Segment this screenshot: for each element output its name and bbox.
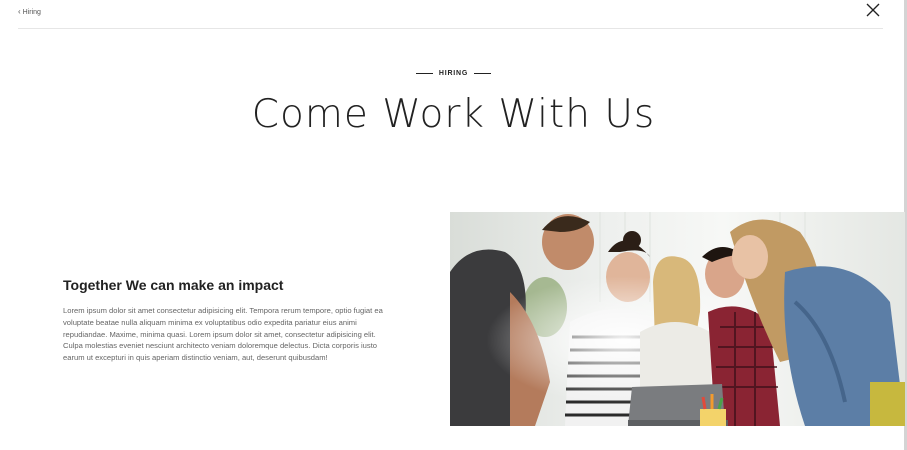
team-photo	[450, 212, 905, 426]
close-button[interactable]	[864, 1, 882, 19]
close-icon	[866, 3, 880, 17]
top-bar: ‹ Hiring	[0, 0, 907, 30]
eyebrow-label: HIRING	[438, 70, 469, 77]
back-link-label: Hiring	[22, 8, 41, 16]
chevron-left-icon: ‹	[18, 7, 21, 16]
eyebrow-line-right	[474, 73, 492, 74]
back-link[interactable]: ‹ Hiring	[18, 8, 41, 16]
section-heading: Together We can make an impact	[63, 277, 284, 293]
page-title: Come Work With Us	[251, 92, 656, 137]
section-body: Lorem ipsum dolor sit amet consectetur a…	[63, 306, 383, 363]
eyebrow: HIRING	[0, 70, 907, 77]
header-divider	[18, 28, 883, 29]
eyebrow-line-left	[415, 73, 433, 74]
